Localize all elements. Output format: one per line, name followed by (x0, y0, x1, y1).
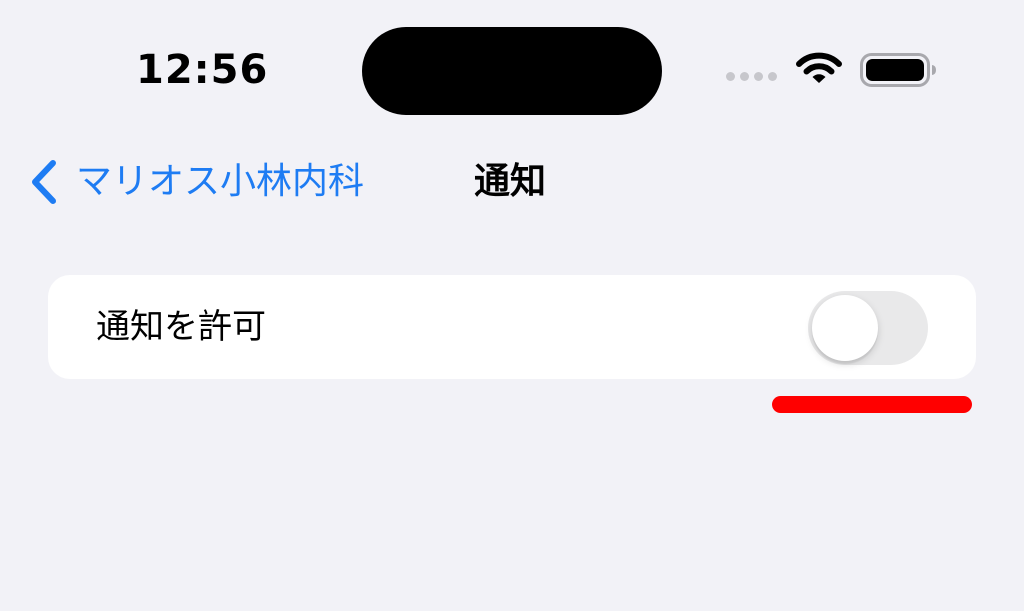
page-title: 通知 (474, 161, 547, 202)
wifi-icon (796, 52, 842, 83)
allow-notifications-label: 通知を許可 (96, 307, 266, 347)
battery-icon (860, 53, 936, 87)
dynamic-island (362, 27, 662, 115)
allow-notifications-toggle[interactable] (808, 291, 928, 365)
back-button[interactable]: マリオス小林内科 (28, 154, 364, 210)
cellular-signal-icon (726, 72, 777, 81)
status-time: 12:56 (136, 47, 269, 93)
back-button-label: マリオス小林内科 (76, 161, 365, 202)
highlight-underline (772, 396, 972, 413)
settings-group: 通知を許可 (48, 275, 976, 379)
chevron-left-icon (32, 160, 56, 204)
toggle-knob (812, 295, 878, 361)
